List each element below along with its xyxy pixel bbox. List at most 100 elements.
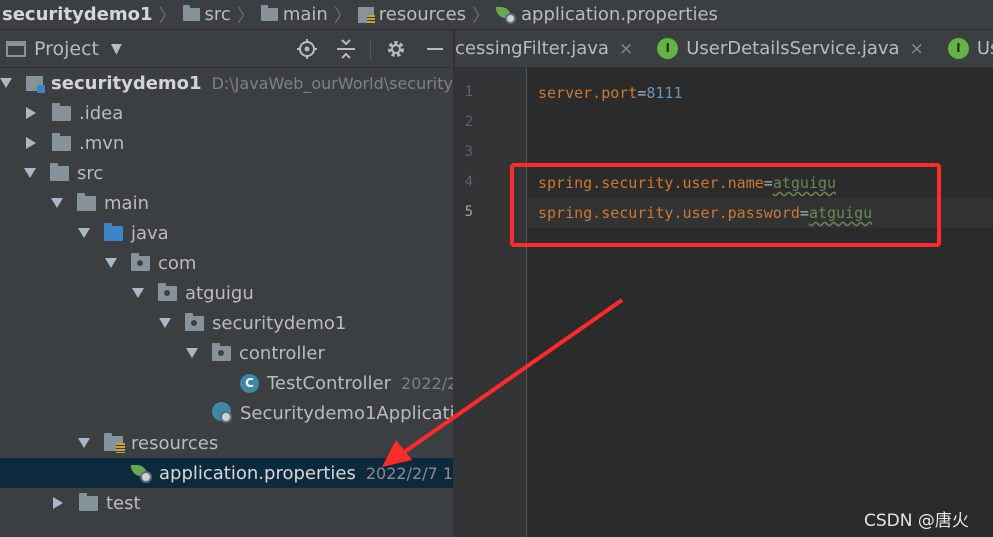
code-editor[interactable]: server.port=8111 spring.security.user.na…: [528, 68, 993, 537]
locate-icon[interactable]: [296, 38, 318, 60]
tree-item-resources[interactable]: resources: [0, 428, 453, 458]
tree-item-main[interactable]: main: [0, 188, 453, 218]
tree-item-atguigu[interactable]: atguigu: [0, 278, 453, 308]
expand-arrow-icon[interactable]: [105, 258, 117, 268]
collapsed-arrow-icon[interactable]: [26, 107, 36, 119]
tree-item-com[interactable]: com: [0, 248, 453, 278]
interface-icon: I: [947, 38, 969, 59]
expand-arrow-icon[interactable]: [159, 318, 171, 328]
chevron-right-icon: 〉: [158, 5, 177, 27]
tree-item-label: .idea: [79, 102, 124, 124]
chevron-down-icon: ▼: [111, 40, 122, 57]
resources-folder-icon: [104, 432, 125, 453]
tree-item-label: .mvn: [79, 132, 125, 154]
line-number: 3: [464, 144, 473, 160]
expand-arrow-icon[interactable]: [132, 288, 144, 298]
collapsed-arrow-icon[interactable]: [26, 137, 36, 149]
interface-icon: I: [657, 38, 679, 59]
tree-item-path: D:\JavaWeb_ourWorld\security: [211, 73, 453, 93]
line-number: 4: [464, 174, 473, 190]
breadcrumb-main[interactable]: main: [260, 0, 328, 29]
tree-item-securitydemo1application[interactable]: Securitydemo1Applicatio: [0, 398, 453, 428]
header-divider: [370, 38, 371, 60]
project-panel-header: Project ▼: [0, 30, 453, 68]
tree-item-java[interactable]: java: [0, 218, 453, 248]
close-icon[interactable]: ×: [910, 39, 924, 59]
folder-icon: [77, 192, 96, 211]
tree-item-securitydemo1[interactable]: securitydemo1 D:\JavaWeb_ourWorld\securi…: [0, 68, 453, 98]
tree-item-securitydemo1-package[interactable]: securitydemo1: [0, 308, 453, 338]
spring-properties-icon: [131, 463, 155, 483]
folder-icon: [50, 162, 69, 181]
package-icon: [131, 252, 150, 271]
package-icon: [158, 282, 177, 301]
expand-arrow-icon[interactable]: [78, 228, 90, 238]
navigation-bar: securitydemo1 〉 src 〉 main 〉 resources 〉…: [0, 0, 993, 30]
tree-item-mvn[interactable]: .mvn: [0, 128, 453, 158]
tree-item-label: resources: [131, 432, 219, 454]
tab-userd[interactable]: I UserD: [938, 30, 993, 67]
editor-tabs: cessingFilter.java × I UserDetailsServic…: [455, 30, 993, 68]
tree-item-label: java: [131, 222, 169, 244]
expand-arrow-icon[interactable]: [186, 348, 198, 358]
tab-label: cessingFilter.java: [455, 38, 609, 59]
project-tool-window: Project ▼ securitydemo1 D:\JavaWeb_ourWo…: [0, 30, 453, 537]
code-line-1[interactable]: server.port=8111: [538, 84, 683, 102]
folder-icon: [52, 132, 71, 151]
project-icon: [6, 40, 26, 57]
breadcrumb-resources[interactable]: resources: [357, 0, 466, 29]
expand-arrow-icon[interactable]: [0, 78, 12, 88]
watermark: CSDN @唐火: [864, 511, 969, 531]
tree-item-src[interactable]: src: [0, 158, 453, 188]
expand-arrow-icon[interactable]: [24, 168, 36, 178]
source-folder-icon: [104, 222, 123, 241]
property-value: 8111: [646, 84, 683, 102]
tab-processing-filter[interactable]: cessingFilter.java ×: [455, 30, 647, 67]
folder-icon: [79, 492, 98, 511]
tree-item-label: controller: [239, 342, 325, 364]
tab-label: UserDetailsService.java: [686, 38, 900, 59]
close-icon[interactable]: ×: [619, 39, 633, 59]
tree-item-label: application.properties: [159, 462, 356, 484]
tree-item-controller[interactable]: controller: [0, 338, 453, 368]
folder-icon: [52, 102, 71, 121]
line-number: 5: [464, 204, 473, 220]
annotation-highlight-box: [510, 163, 941, 247]
tree-item-label: test: [106, 492, 141, 514]
tree-item-idea[interactable]: .idea: [0, 98, 453, 128]
tree-item-label: atguigu: [185, 282, 254, 304]
tree-item-test[interactable]: test: [0, 488, 453, 518]
project-panel-title: Project: [34, 37, 100, 60]
breadcrumb-project[interactable]: securitydemo1: [0, 0, 153, 29]
tree-item-application-properties[interactable]: application.properties 2022/2/7 18:: [0, 458, 453, 488]
expand-arrow-icon[interactable]: [78, 438, 90, 448]
collapsed-arrow-icon[interactable]: [53, 497, 63, 509]
chevron-right-icon: 〉: [333, 5, 352, 27]
tree-item-label: TestController: [267, 372, 391, 394]
tree-item-label: src: [77, 162, 104, 184]
folder-icon: [260, 5, 278, 21]
package-icon: [212, 342, 231, 361]
breadcrumb-src[interactable]: src: [182, 0, 231, 29]
project-root-icon: [26, 75, 46, 93]
breadcrumb-file[interactable]: application.properties: [496, 0, 718, 29]
hide-icon[interactable]: [424, 38, 446, 60]
collapse-all-icon[interactable]: [335, 38, 357, 60]
tree-item-testcontroller[interactable]: C TestController 2022/2/: [0, 368, 453, 398]
line-number-gutter: 1 2 3 4 5: [455, 68, 527, 537]
tree-item-label: securitydemo1: [51, 72, 202, 94]
tree-item-label: Securitydemo1Applicatio: [240, 402, 453, 424]
expand-arrow-icon[interactable]: [51, 198, 63, 208]
tree-item-label: com: [158, 252, 197, 274]
tree-item-timestamp: 2022/2/: [401, 373, 453, 393]
tree-item-label: main: [104, 192, 149, 214]
gear-icon[interactable]: [385, 38, 407, 60]
folder-icon: [182, 5, 200, 21]
tab-label: UserD: [976, 38, 993, 59]
spring-app-icon: [212, 402, 236, 424]
class-icon: C: [240, 373, 259, 393]
package-icon: [185, 312, 204, 331]
tab-user-details-service[interactable]: I UserDetailsService.java ×: [647, 30, 938, 67]
project-view-selector[interactable]: Project ▼: [6, 38, 122, 60]
chevron-right-icon: 〉: [472, 5, 491, 27]
